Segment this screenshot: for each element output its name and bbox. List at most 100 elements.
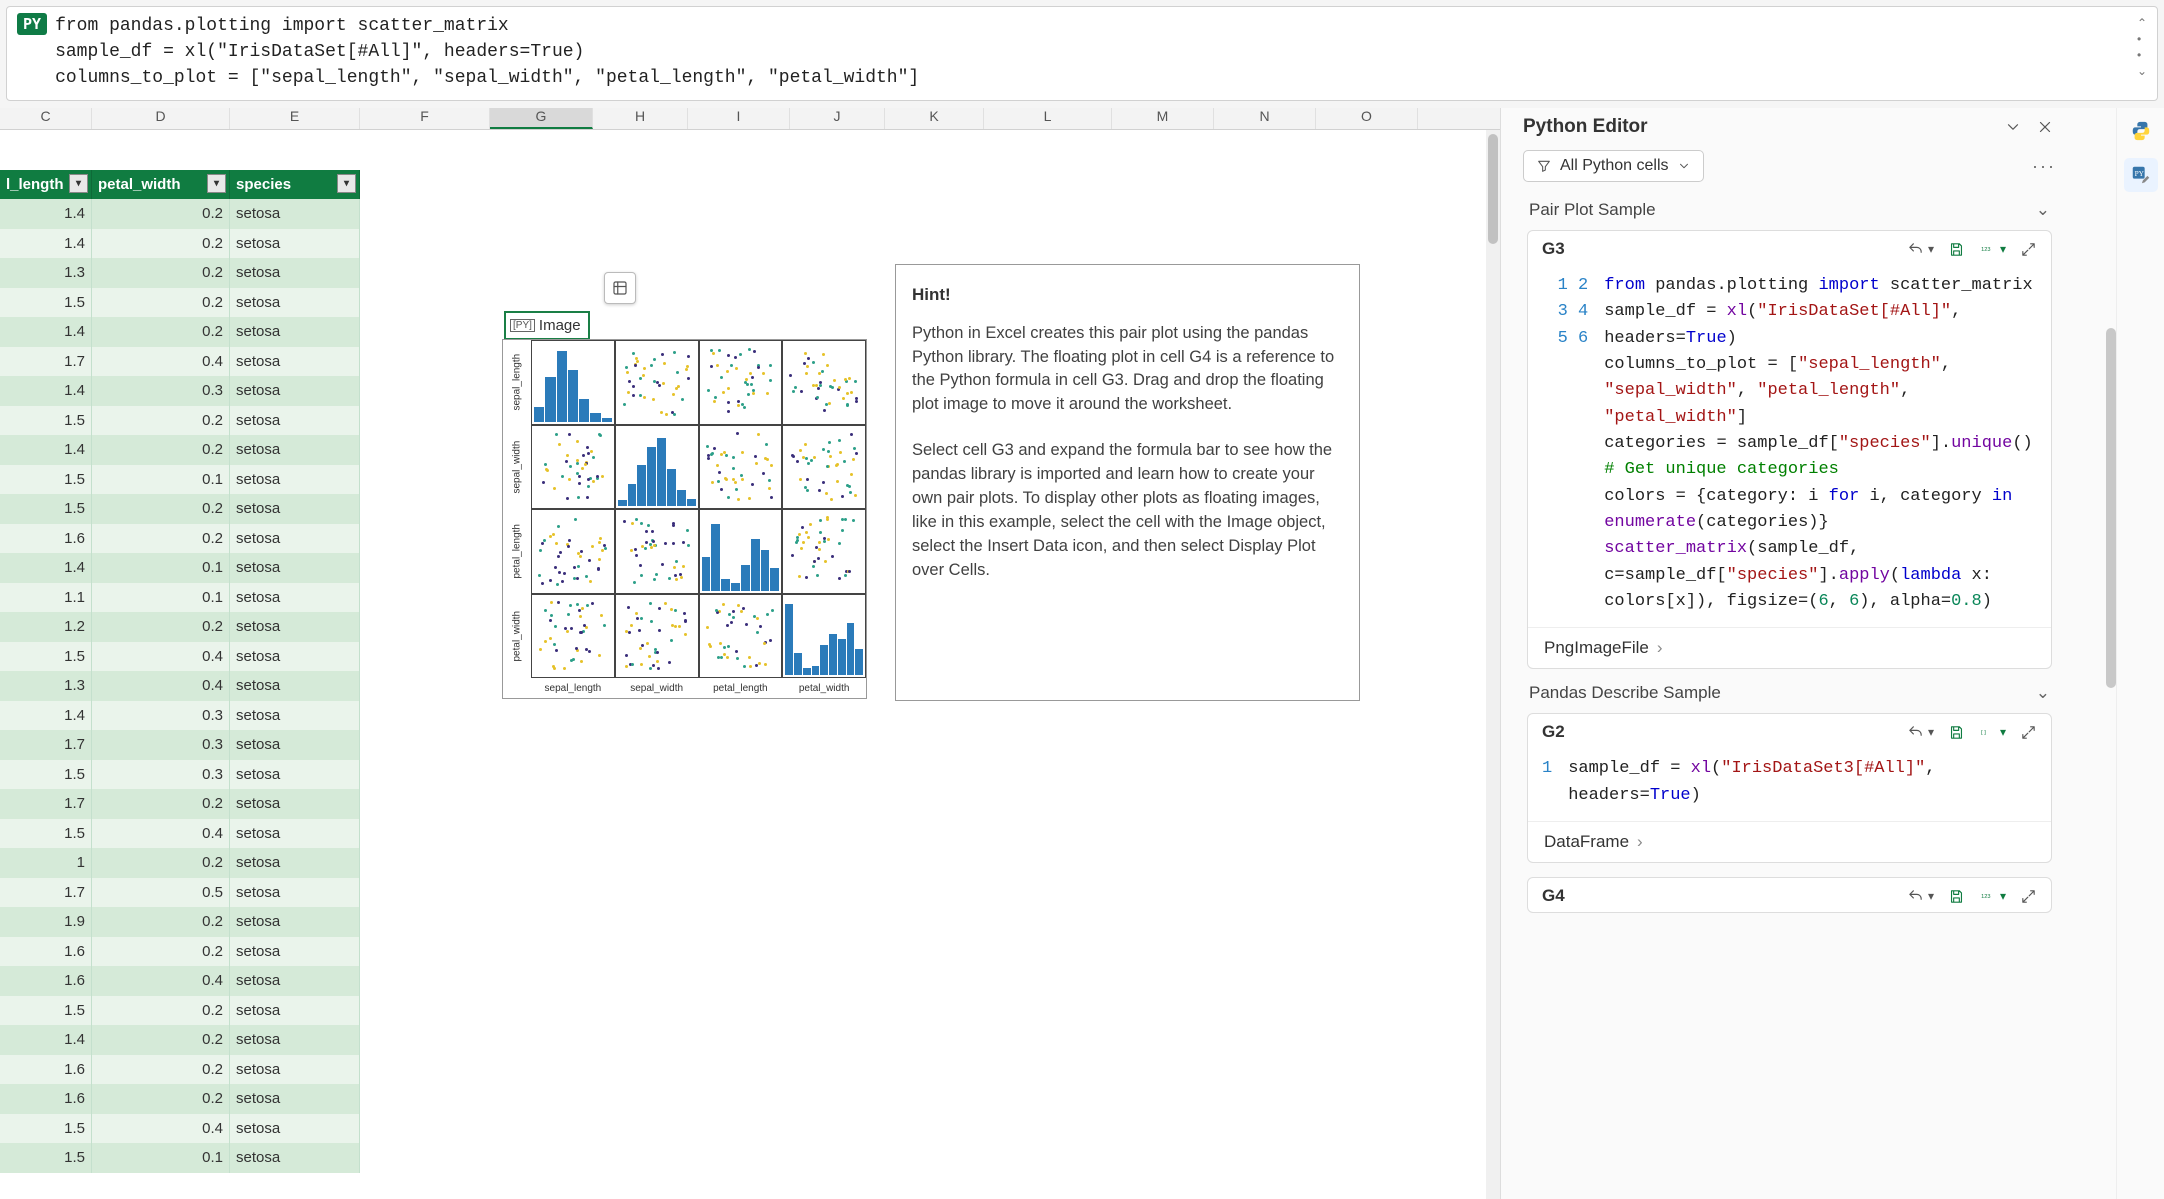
- table-row[interactable]: 1.60.2setosa: [0, 1084, 360, 1114]
- table-cell[interactable]: 0.2: [92, 612, 230, 642]
- table-cell[interactable]: 0.4: [92, 966, 230, 996]
- convert-output-icon[interactable]: [ ]▾: [1979, 724, 2006, 741]
- table-cell[interactable]: setosa: [230, 288, 360, 318]
- table-row[interactable]: 1.20.2setosa: [0, 612, 360, 642]
- table-cell[interactable]: setosa: [230, 937, 360, 967]
- column-header-i[interactable]: I: [688, 108, 790, 129]
- undo-icon[interactable]: ▾: [1907, 241, 1934, 258]
- table-cell[interactable]: setosa: [230, 229, 360, 259]
- table-cell[interactable]: 0.1: [92, 465, 230, 495]
- table-cell[interactable]: setosa: [230, 966, 360, 996]
- python-cells-filter[interactable]: All Python cells: [1523, 150, 1704, 182]
- column-header-j[interactable]: J: [790, 108, 885, 129]
- table-cell[interactable]: 0.2: [92, 258, 230, 288]
- column-header-l[interactable]: L: [984, 108, 1112, 129]
- table-cell[interactable]: 1.5: [0, 465, 92, 495]
- column-header-h[interactable]: H: [593, 108, 688, 129]
- filter-dropdown-icon[interactable]: ▾: [207, 174, 226, 193]
- formula-bar[interactable]: PY from pandas.plotting import scatter_m…: [6, 6, 2158, 101]
- table-cell[interactable]: 1.2: [0, 612, 92, 642]
- column-header-k[interactable]: K: [885, 108, 984, 129]
- save-icon[interactable]: [1948, 724, 1965, 741]
- table-cell[interactable]: 1.6: [0, 966, 92, 996]
- table-row[interactable]: 1.40.2setosa: [0, 1025, 360, 1055]
- table-cell[interactable]: setosa: [230, 642, 360, 672]
- table-row[interactable]: 1.10.1setosa: [0, 583, 360, 613]
- column-header-c[interactable]: C: [0, 108, 92, 129]
- table-cell[interactable]: 0.4: [92, 819, 230, 849]
- table-cell[interactable]: 1.6: [0, 524, 92, 554]
- table-cell[interactable]: 0.2: [92, 937, 230, 967]
- table-row[interactable]: 1.50.2setosa: [0, 996, 360, 1026]
- table-cell[interactable]: 0.3: [92, 376, 230, 406]
- selected-cell-g3[interactable]: [PY] Image: [504, 311, 590, 340]
- formula-expand-controls[interactable]: ⌃ • • ⌄: [2137, 17, 2147, 77]
- table-cell[interactable]: setosa: [230, 1084, 360, 1114]
- formula-text[interactable]: from pandas.plotting import scatter_matr…: [55, 13, 919, 91]
- table-cell[interactable]: 1.7: [0, 730, 92, 760]
- table-cell[interactable]: 1.5: [0, 288, 92, 318]
- column-headers[interactable]: CDEFGHIJKLMNO: [0, 108, 1500, 130]
- table-cell[interactable]: 0.2: [92, 199, 230, 229]
- table-cell[interactable]: 1.5: [0, 1114, 92, 1144]
- table-cell[interactable]: 0.2: [92, 1025, 230, 1055]
- table-cell[interactable]: 0.4: [92, 347, 230, 377]
- table-cell[interactable]: 1.5: [0, 642, 92, 672]
- table-cell[interactable]: 1.7: [0, 878, 92, 908]
- table-cell[interactable]: 1.4: [0, 317, 92, 347]
- more-icon[interactable]: ···: [2032, 156, 2056, 177]
- table-cell[interactable]: setosa: [230, 701, 360, 731]
- table-cell[interactable]: 0.4: [92, 671, 230, 701]
- table-cell[interactable]: 1.1: [0, 583, 92, 613]
- table-cell[interactable]: 0.2: [92, 848, 230, 878]
- table-row[interactable]: 1.50.4setosa: [0, 819, 360, 849]
- table-cell[interactable]: 1.7: [0, 347, 92, 377]
- table-cell[interactable]: 0.2: [92, 789, 230, 819]
- column-header-e[interactable]: E: [230, 108, 360, 129]
- table-header[interactable]: species▾: [230, 170, 360, 199]
- table-row[interactable]: 1.50.4setosa: [0, 1114, 360, 1144]
- table-row[interactable]: 1.30.4setosa: [0, 671, 360, 701]
- table-cell[interactable]: 0.2: [92, 907, 230, 937]
- filter-dropdown-icon[interactable]: ▾: [337, 174, 356, 193]
- table-cell[interactable]: 0.1: [92, 583, 230, 613]
- expand-icon[interactable]: [2020, 888, 2037, 905]
- table-cell[interactable]: 1.6: [0, 937, 92, 967]
- panel-scrollbar[interactable]: [2106, 160, 2116, 1191]
- panel-scroll-thumb[interactable]: [2106, 328, 2116, 688]
- table-cell[interactable]: 1.4: [0, 199, 92, 229]
- table-cell[interactable]: 0.2: [92, 524, 230, 554]
- column-header-g[interactable]: G: [490, 108, 593, 129]
- column-header-d[interactable]: D: [92, 108, 230, 129]
- table-cell[interactable]: 1.4: [0, 435, 92, 465]
- table-row[interactable]: 1.40.2setosa: [0, 317, 360, 347]
- table-cell[interactable]: 0.3: [92, 760, 230, 790]
- pair-plot-image[interactable]: sepal_lengthsepal_widthpetal_lengthpetal…: [502, 339, 867, 699]
- table-row[interactable]: 1.50.1setosa: [0, 1143, 360, 1173]
- chevron-down-icon[interactable]: ⌄: [2036, 200, 2050, 220]
- table-cell[interactable]: setosa: [230, 907, 360, 937]
- table-cell[interactable]: 0.1: [92, 553, 230, 583]
- table-cell[interactable]: setosa: [230, 553, 360, 583]
- table-cell[interactable]: 1.4: [0, 376, 92, 406]
- table-cell[interactable]: setosa: [230, 1055, 360, 1085]
- python-logo-icon[interactable]: [2124, 114, 2158, 148]
- table-cell[interactable]: setosa: [230, 376, 360, 406]
- filter-dropdown-icon[interactable]: ▾: [69, 174, 88, 193]
- column-header-n[interactable]: N: [1214, 108, 1316, 129]
- table-cell[interactable]: setosa: [230, 524, 360, 554]
- column-header-o[interactable]: O: [1316, 108, 1418, 129]
- table-cell[interactable]: 0.3: [92, 701, 230, 731]
- table-row[interactable]: 1.70.4setosa: [0, 347, 360, 377]
- data-table[interactable]: l_length▾petal_width▾species▾ 1.40.2seto…: [0, 170, 360, 1173]
- table-cell[interactable]: 0.2: [92, 229, 230, 259]
- close-icon[interactable]: [2034, 116, 2056, 138]
- table-cell[interactable]: setosa: [230, 199, 360, 229]
- table-row[interactable]: 1.40.3setosa: [0, 376, 360, 406]
- undo-icon[interactable]: ▾: [1907, 724, 1934, 741]
- table-cell[interactable]: 1.4: [0, 229, 92, 259]
- table-cell[interactable]: 0.2: [92, 317, 230, 347]
- table-cell[interactable]: 1.6: [0, 1084, 92, 1114]
- table-row[interactable]: 1.30.2setosa: [0, 258, 360, 288]
- table-row[interactable]: 1.40.1setosa: [0, 553, 360, 583]
